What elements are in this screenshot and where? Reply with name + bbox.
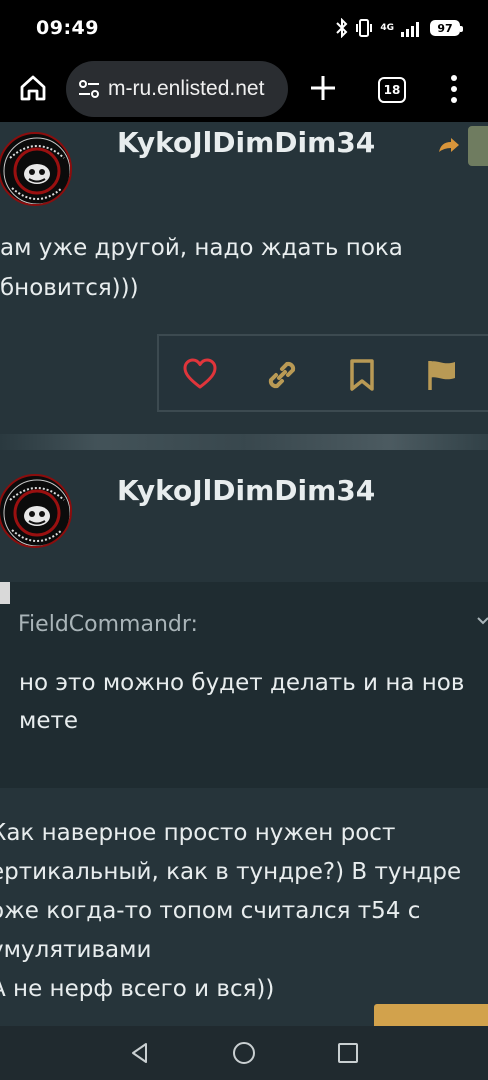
post-username[interactable]: KykoJlDimDim34 — [117, 474, 375, 507]
tab-count: 18 — [383, 83, 401, 97]
quote-block: FieldCommandr: но это можно будет делать… — [0, 582, 488, 788]
chevron-down-icon[interactable] — [476, 614, 488, 628]
quote-line: мете — [19, 708, 79, 734]
post-line: Как наверное просто нужен рост — [0, 820, 396, 846]
post-line: умулятивами — [0, 937, 152, 963]
bluetooth-icon — [336, 18, 348, 38]
flag-icon[interactable] — [425, 358, 459, 392]
battery-level: 97 — [437, 21, 453, 35]
post-line: ам уже другой, надо ждать пока — [0, 235, 403, 261]
quote-marker-icon — [0, 582, 10, 604]
status-time: 09:49 — [36, 17, 99, 39]
floating-action-button[interactable] — [374, 1004, 488, 1026]
post-line: оже когда-то топом считался т54 с — [0, 898, 421, 924]
forum-content: KykoJlDimDim34 ам уже другой, надо ждать… — [0, 122, 488, 1026]
address-bar[interactable]: m-ru.enlisted.net — [66, 61, 288, 117]
status-icons: 4G 97 — [336, 16, 463, 40]
avatar-emblem — [3, 137, 70, 204]
signal-icon — [401, 22, 419, 37]
browser-toolbar: m-ru.enlisted.net 18 — [0, 56, 488, 122]
status-bar: 09:49 4G 97 — [0, 0, 488, 56]
recents-icon[interactable] — [337, 1042, 359, 1064]
home-icon[interactable] — [18, 73, 48, 103]
avatar[interactable] — [0, 132, 72, 206]
avatar[interactable] — [0, 474, 72, 548]
tab-switcher-button[interactable]: 18 — [378, 77, 406, 103]
post-body: ам уже другой, надо ждать пока бновится)… — [0, 228, 403, 308]
network-type: 4G — [380, 22, 394, 33]
reply-arrow-icon[interactable] — [437, 136, 461, 156]
quote-body: но это можно будет делать и на нов мете — [19, 664, 464, 740]
post-username[interactable]: KykoJlDimDim34 — [117, 126, 375, 159]
bookmark-icon[interactable] — [345, 358, 379, 392]
link-icon[interactable] — [265, 358, 299, 392]
quote-author[interactable]: FieldCommandr: — [18, 612, 198, 637]
url-text: m-ru.enlisted.net — [108, 77, 265, 100]
site-settings-icon[interactable] — [78, 79, 100, 99]
new-tab-icon[interactable] — [306, 71, 340, 105]
post-line: ертикальный, как в тундре?) В тундре — [0, 859, 462, 885]
more-menu-icon[interactable] — [446, 73, 462, 105]
home-circle-icon[interactable] — [231, 1040, 257, 1066]
battery-icon: 97 — [430, 20, 463, 36]
system-navigation-bar — [0, 1026, 488, 1080]
quote-line: но это можно будет делать и на нов — [19, 670, 465, 696]
back-icon[interactable] — [128, 1041, 152, 1065]
post-actions — [157, 334, 488, 412]
post-divider — [0, 434, 488, 450]
post-body: Как наверное просто нужен рост ертикальн… — [0, 814, 461, 1009]
post-line: бновится))) — [0, 275, 139, 301]
avatar-emblem — [3, 479, 70, 546]
like-heart-icon[interactable] — [183, 358, 217, 392]
reply-avatar[interactable] — [468, 126, 488, 166]
vibrate-icon — [356, 19, 373, 37]
